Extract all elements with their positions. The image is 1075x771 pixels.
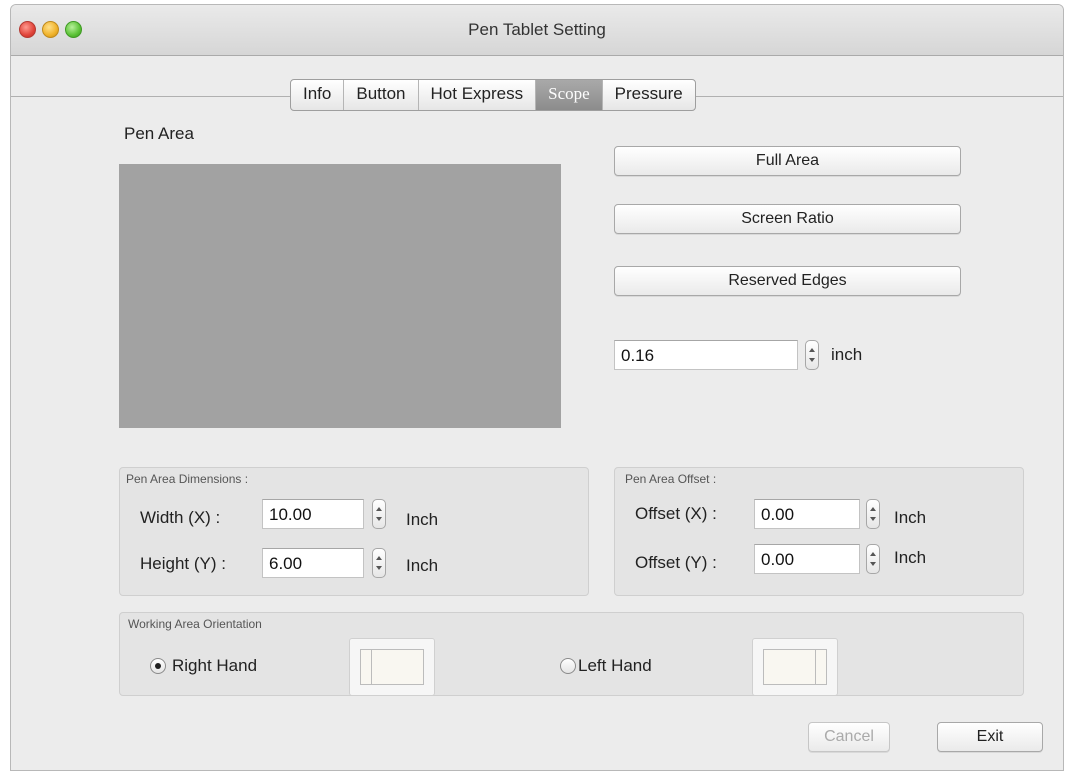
offset-x-stepper[interactable] bbox=[866, 499, 880, 529]
stepper-down-icon bbox=[870, 517, 876, 521]
stepper-up-icon bbox=[376, 556, 382, 560]
scope-panel: Info Button Hot Express Scope Pressure P… bbox=[11, 56, 1063, 770]
exit-button[interactable]: Exit bbox=[937, 722, 1043, 752]
pen-area-preview bbox=[119, 164, 561, 428]
height-unit: Inch bbox=[406, 556, 439, 575]
window-title: Pen Tablet Setting bbox=[468, 20, 606, 39]
tablet-button-strip-icon bbox=[360, 649, 372, 685]
reserved-edge-unit: inch bbox=[831, 345, 863, 364]
left-hand-orientation-icon bbox=[752, 638, 838, 696]
stepper-up-icon bbox=[809, 348, 815, 352]
stepper-up-icon bbox=[376, 507, 382, 511]
left-hand-radio[interactable] bbox=[560, 658, 576, 674]
dimensions-group-title: Pen Area Dimensions : bbox=[126, 472, 249, 486]
cancel-button[interactable]: Cancel bbox=[808, 722, 890, 752]
reserved-edge-stepper[interactable] bbox=[805, 340, 819, 370]
width-unit: Inch bbox=[406, 510, 439, 529]
height-label: Height (Y) : bbox=[140, 554, 226, 573]
stepper-down-icon bbox=[376, 517, 382, 521]
tablet-button-strip-icon bbox=[815, 649, 827, 685]
reserved-edges-button[interactable]: Reserved Edges bbox=[614, 266, 961, 296]
width-label: Width (X) : bbox=[140, 508, 221, 527]
right-hand-orientation-icon bbox=[349, 638, 435, 696]
offset-group-title: Pen Area Offset : bbox=[625, 472, 717, 486]
offset-y-stepper[interactable] bbox=[866, 544, 880, 574]
tab-bar: Info Button Hot Express Scope Pressure bbox=[290, 79, 696, 111]
title-bar: Pen Tablet Setting bbox=[11, 5, 1063, 56]
width-stepper[interactable] bbox=[372, 499, 386, 529]
working-area-orientation-group: Working Area Orientation Right Hand Left… bbox=[119, 612, 1024, 696]
pen-area-offset-group: Pen Area Offset : Offset (X) : 0.00 Inch… bbox=[614, 467, 1024, 596]
right-hand-radio[interactable] bbox=[150, 658, 166, 674]
tab-button[interactable]: Button bbox=[343, 80, 417, 110]
orientation-group-title: Working Area Orientation bbox=[128, 617, 262, 631]
pen-area-dimensions-group: Pen Area Dimensions : Width (X) : 10.00 … bbox=[119, 467, 589, 596]
stepper-down-icon bbox=[376, 566, 382, 570]
offset-y-input[interactable]: 0.00 bbox=[754, 544, 860, 574]
offset-x-label: Offset (X) : bbox=[635, 504, 717, 523]
tab-hot-express[interactable]: Hot Express bbox=[417, 80, 536, 110]
tab-scope[interactable]: Scope bbox=[535, 80, 602, 110]
left-hand-label[interactable]: Left Hand bbox=[578, 656, 652, 676]
right-hand-label[interactable]: Right Hand bbox=[172, 656, 257, 676]
offset-x-input[interactable]: 0.00 bbox=[754, 499, 860, 529]
tab-pressure[interactable]: Pressure bbox=[601, 80, 695, 110]
offset-y-unit: Inch bbox=[894, 548, 927, 567]
tab-info[interactable]: Info bbox=[291, 80, 343, 110]
pen-tablet-window: Pen Tablet Setting Info Button Hot Expre… bbox=[10, 4, 1064, 771]
pen-area-label: Pen Area bbox=[124, 124, 194, 143]
stepper-down-icon bbox=[809, 358, 815, 362]
stepper-down-icon bbox=[870, 562, 876, 566]
height-stepper[interactable] bbox=[372, 548, 386, 578]
reserved-edge-input[interactable]: 0.16 bbox=[614, 340, 798, 370]
height-input[interactable]: 6.00 bbox=[262, 548, 364, 578]
stepper-up-icon bbox=[870, 507, 876, 511]
stepper-up-icon bbox=[870, 552, 876, 556]
offset-x-unit: Inch bbox=[894, 508, 927, 527]
screen-ratio-button[interactable]: Screen Ratio bbox=[614, 204, 961, 234]
width-input[interactable]: 10.00 bbox=[262, 499, 364, 529]
full-area-button[interactable]: Full Area bbox=[614, 146, 961, 176]
offset-y-label: Offset (Y) : bbox=[635, 553, 717, 572]
